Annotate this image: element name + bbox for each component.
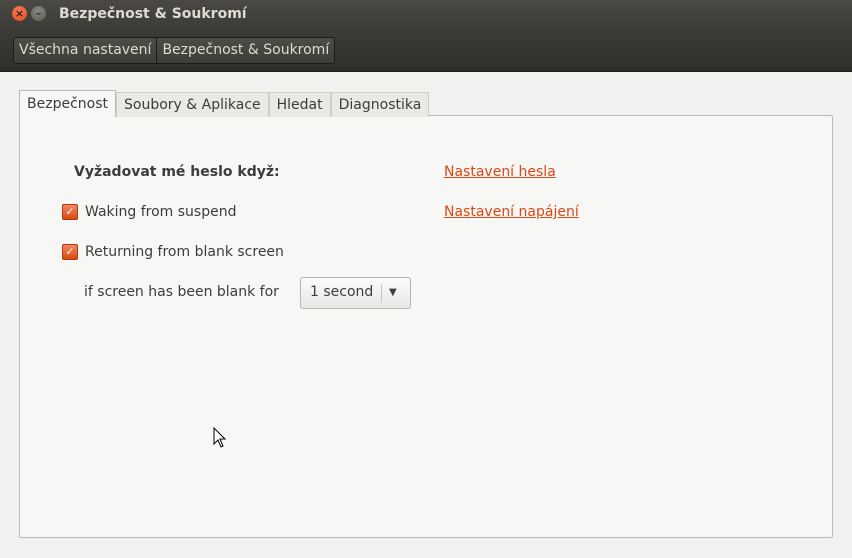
tab-diagnostics[interactable]: Diagnostika (330, 92, 430, 117)
require-password-heading: Vyžadovat mé heslo když: (74, 164, 280, 180)
chevron-down-icon: ▼ (389, 287, 397, 298)
combo-separator (381, 284, 382, 302)
returning-from-blank-row[interactable]: ✓ Returning from blank screen (62, 244, 284, 260)
tab-security[interactable]: Bezpečnost (19, 90, 116, 117)
tab-files-applications[interactable]: Soubory & Aplikace (116, 92, 269, 117)
breadcrumb: Všechna nastavení Bezpečnost & Soukromí (13, 37, 336, 64)
blank-duration-select[interactable]: 1 second ▼ (300, 277, 411, 309)
returning-from-blank-checkbox[interactable]: ✓ (62, 244, 78, 260)
waking-from-suspend-label: Waking from suspend (85, 204, 237, 220)
tab-bar: Bezpečnost Soubory & Aplikace Hledat Dia… (19, 90, 430, 117)
breadcrumb-security-privacy[interactable]: Bezpečnost & Soukromí (156, 38, 335, 63)
breadcrumb-all-settings[interactable]: Všechna nastavení (14, 38, 157, 63)
toolbar: Všechna nastavení Bezpečnost & Soukromí (0, 29, 852, 72)
mouse-cursor-icon (213, 427, 227, 448)
returning-from-blank-label: Returning from blank screen (85, 244, 284, 260)
blank-duration-label: if screen has been blank for (84, 284, 279, 300)
tab-search[interactable]: Hledat (268, 92, 331, 117)
password-settings-link[interactable]: Nastavení hesla (444, 164, 556, 180)
blank-duration-value: 1 second (310, 284, 374, 300)
waking-from-suspend-checkbox[interactable]: ✓ (62, 204, 78, 220)
close-button[interactable]: × (12, 6, 27, 21)
minimize-button[interactable]: – (31, 6, 46, 21)
waking-from-suspend-row[interactable]: ✓ Waking from suspend (62, 204, 236, 220)
power-settings-link[interactable]: Nastavení napájení (444, 204, 579, 220)
title-bar: × – Bezpečnost & Soukromí (0, 0, 852, 29)
window-title: Bezpečnost & Soukromí (59, 6, 247, 22)
